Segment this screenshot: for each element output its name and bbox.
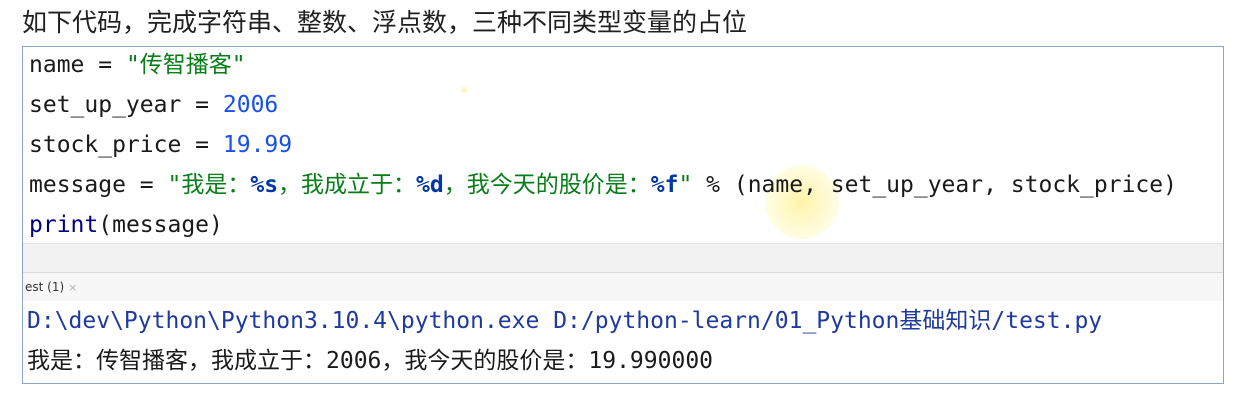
string-text-1: 我是： (181, 172, 251, 198)
variable-message: message (29, 172, 126, 198)
console-command-line: D:\dev\Python\Python3.10.4\python.exe D:… (27, 308, 1103, 334)
format-spec-s: %s (250, 172, 279, 198)
string-quote-close: " (678, 172, 693, 198)
code-line-1[interactable]: name = "传智播客" (29, 47, 246, 85)
run-tab-bar: est (1) × (23, 272, 1223, 302)
ide-window: name = "传智播客" set_up_year = 2006 stock_p… (22, 46, 1224, 384)
format-operator-args: % (name, set_up_year, stock_price) (692, 172, 1177, 198)
code-line-4[interactable]: message = "我是：%s，我成立于：%d，我今天的股价是：%f" % (… (29, 165, 1177, 205)
string-text-2: ，我成立于： (278, 172, 417, 198)
code-line-5[interactable]: print(message) (29, 205, 223, 245)
format-spec-f: %f (650, 172, 679, 198)
string-literal: "传智播客" (125, 52, 246, 78)
number-literal: 19.99 (222, 132, 293, 158)
variable-stock-price: stock_price (29, 132, 182, 158)
code-line-2[interactable]: set_up_year = 2006 (29, 85, 278, 125)
print-args: (message) (98, 212, 223, 238)
console-output-line: 我是：传智播客，我成立于：2006，我今天的股价是：19.990000 (27, 348, 714, 374)
editor-bottom-bar (23, 243, 1223, 272)
assign-operator: = (84, 52, 126, 78)
page-heading: 如下代码，完成字符串、整数、浮点数，三种不同类型变量的占位 (22, 8, 748, 37)
run-tab-test[interactable]: est (1) × (23, 273, 81, 301)
close-icon[interactable]: × (68, 281, 77, 294)
format-spec-d: %d (416, 172, 444, 198)
variable-name: name (29, 52, 85, 78)
code-line-3[interactable]: stock_price = 19.99 (29, 125, 292, 165)
decorative-dot (461, 87, 467, 93)
string-quote-open: " (167, 172, 182, 198)
string-text-3: ，我今天的股价是： (443, 172, 651, 198)
variable-set-up-year: set_up_year (29, 92, 182, 118)
assign-operator: = (125, 172, 168, 198)
run-console[interactable]: D:\dev\Python\Python3.10.4\python.exe D:… (23, 301, 1223, 383)
print-function: print (29, 212, 99, 238)
code-editor[interactable]: name = "传智播客" set_up_year = 2006 stock_p… (23, 47, 1223, 243)
assign-operator: = (181, 92, 223, 118)
assign-operator: = (181, 132, 223, 158)
run-tab-label: est (1) (25, 280, 65, 294)
number-literal: 2006 (222, 92, 279, 118)
